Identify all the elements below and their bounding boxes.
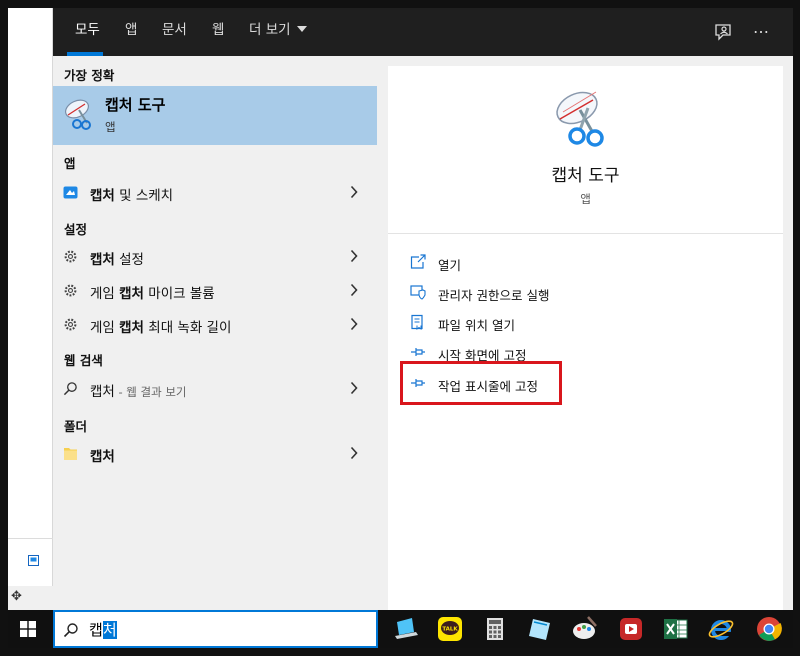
file-location-icon — [411, 314, 423, 330]
caret-down-icon — [296, 26, 307, 32]
result-label: 캡처 - 웹 결과 보기 — [90, 384, 187, 400]
notepad-app-icon[interactable] — [525, 614, 555, 644]
video-player-icon[interactable] — [616, 614, 646, 644]
result-label: 캡처 설정 — [90, 252, 144, 268]
search-icon — [63, 382, 77, 396]
result-label: 게임 캡처 최대 녹화 길이 — [90, 320, 232, 336]
section-best-match: 가장 정확 — [64, 68, 115, 83]
section-web-search: 웹 검색 — [64, 353, 103, 368]
chevron-right-icon[interactable] — [350, 381, 358, 395]
taskbar-search-input[interactable]: 캡처 — [53, 610, 378, 648]
result-snip-sketch[interactable]: 캡처 및 스케치 — [53, 178, 377, 208]
laptop-app-icon[interactable] — [390, 614, 420, 644]
action-open-file-location[interactable]: 파일 위치 열기 — [410, 310, 710, 336]
chevron-right-icon[interactable] — [350, 446, 358, 460]
move-handle[interactable]: ✥ — [8, 586, 53, 610]
best-match-item[interactable]: 캡처 도구 앱 — [53, 86, 377, 145]
pin-icon — [411, 348, 425, 356]
action-label: 파일 위치 열기 — [438, 318, 515, 333]
windows-start-icon[interactable] — [20, 621, 36, 637]
gear-icon — [64, 284, 77, 297]
search-panel: 모두 앱 문서 웹 더 보기 … 가장 정확 캡처 도구 앱 앱 캡처 및 스케… — [53, 8, 793, 610]
result-label: 캡처 — [90, 449, 115, 465]
tab-more-label: 더 보기 — [249, 22, 291, 38]
gear-icon — [64, 250, 77, 263]
detail-subtitle: 앱 — [580, 192, 591, 206]
action-label: 열기 — [438, 258, 462, 273]
tab-web[interactable]: 웹 — [212, 8, 224, 56]
kakaotalk-icon[interactable]: TALK — [435, 614, 465, 644]
section-settings: 설정 — [64, 222, 88, 237]
chrome-icon[interactable] — [754, 614, 784, 644]
detail-pane: 캡처 도구 앱 열기 관리자 권한으로 실행 파일 위치 열기 시작 화면에 고… — [388, 66, 783, 610]
result-label: 게임 캡처 마이크 볼륨 — [90, 286, 215, 302]
tab-more[interactable]: 더 보기 — [249, 8, 307, 56]
paint-palette-icon[interactable] — [570, 614, 600, 644]
action-label: 관리자 권한으로 실행 — [438, 288, 550, 303]
result-web-search[interactable]: 캡처 - 웹 결과 보기 — [53, 374, 377, 404]
search-query: 캡처 — [89, 621, 117, 639]
best-match-title: 캡처 도구 — [105, 96, 166, 114]
snipping-tool-icon — [65, 99, 91, 130]
section-folders: 폴더 — [64, 419, 88, 434]
detail-title: 캡처 도구 — [551, 166, 620, 186]
folder-icon — [64, 448, 77, 460]
tab-apps[interactable]: 앱 — [125, 8, 137, 56]
action-open[interactable]: 열기 — [410, 250, 710, 276]
search-filter-bar: 모두 앱 문서 웹 더 보기 … — [53, 8, 793, 56]
background-window-strip — [8, 8, 53, 610]
chevron-right-icon[interactable] — [350, 249, 358, 263]
chevron-right-icon[interactable] — [350, 317, 358, 331]
internet-explorer-icon[interactable] — [706, 614, 736, 644]
open-icon — [410, 254, 426, 269]
chevron-right-icon[interactable] — [350, 283, 358, 297]
move-icon[interactable]: ✥ — [11, 589, 22, 604]
result-capture-settings[interactable]: 캡처 설정 — [53, 242, 377, 272]
tab-documents[interactable]: 문서 — [162, 8, 187, 56]
chevron-right-icon[interactable] — [350, 185, 358, 199]
result-game-capture-mic[interactable]: 게임 캡처 마이크 볼륨 — [53, 276, 377, 306]
feedback-icon[interactable] — [713, 22, 733, 42]
more-options-icon[interactable]: … — [753, 18, 771, 37]
snip-sketch-icon — [63, 186, 78, 199]
tab-all[interactable]: 모두 — [75, 8, 100, 56]
window-mini-icon[interactable] — [28, 555, 39, 566]
section-apps: 앱 — [64, 156, 76, 171]
result-game-capture-length[interactable]: 게임 캡처 최대 녹화 길이 — [53, 310, 377, 340]
gear-icon — [64, 318, 77, 331]
svg-text:TALK: TALK — [442, 627, 458, 633]
desktop-screen: ✥ 모두 앱 문서 웹 더 보기 … 가장 정확 캡처 도구 앱 앱 캡처 및 … — [0, 0, 800, 656]
calculator-icon[interactable] — [480, 614, 510, 644]
taskbar: 캡처 TALK — [8, 610, 793, 648]
best-match-subtitle: 앱 — [105, 120, 116, 134]
results-list: 가장 정확 캡처 도구 앱 앱 캡처 및 스케치 설정 캡처 설정 게임 캡처 … — [53, 56, 383, 610]
result-label: 캡처 및 스케치 — [90, 188, 174, 204]
admin-shield-icon — [410, 285, 426, 300]
result-capture-folder[interactable]: 캡처 — [53, 439, 377, 469]
annotation-highlight-box — [400, 361, 562, 405]
excel-icon[interactable] — [661, 614, 691, 644]
snipping-tool-icon — [556, 91, 604, 147]
detail-divider — [388, 233, 783, 234]
strip-divider — [8, 538, 53, 539]
search-icon — [63, 623, 78, 638]
action-run-as-admin[interactable]: 관리자 권한으로 실행 — [410, 280, 710, 306]
